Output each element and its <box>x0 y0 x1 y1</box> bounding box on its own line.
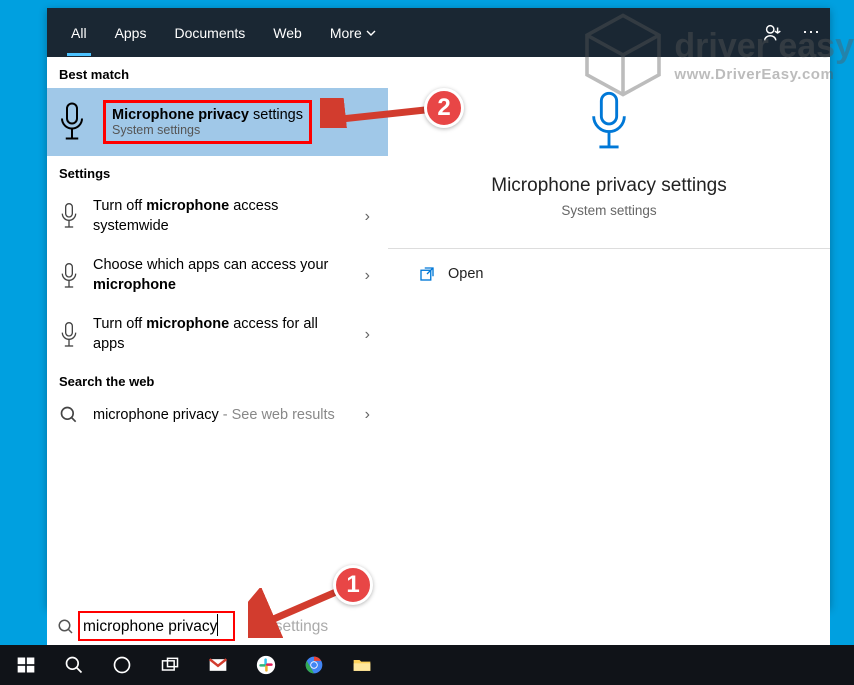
tab-more[interactable]: More <box>316 11 390 55</box>
taskbar-taskview[interactable] <box>146 645 194 685</box>
open-button[interactable]: Open <box>388 249 830 299</box>
taskbar-explorer[interactable] <box>338 645 386 685</box>
chevron-down-icon <box>366 28 376 38</box>
web-result-item[interactable]: microphone privacy - See web results › <box>47 395 388 435</box>
best-match-title: Microphone privacy settings <box>112 107 303 123</box>
setting-item-label: Turn off microphone access for all apps <box>93 315 376 354</box>
microphone-icon <box>57 101 87 144</box>
tab-documents[interactable]: Documents <box>160 11 259 55</box>
chevron-right-icon: › <box>365 406 370 424</box>
taskbar-search[interactable] <box>50 645 98 685</box>
section-search-web: Search the web <box>47 364 388 395</box>
feedback-icon[interactable] <box>762 22 784 44</box>
windows-icon <box>16 655 36 675</box>
preview-subtitle: System settings <box>561 203 656 218</box>
folder-icon <box>352 655 372 675</box>
taskbar-gmail[interactable] <box>194 645 242 685</box>
best-match-highlight: Microphone privacy settings System setti… <box>103 100 312 144</box>
section-best-match: Best match <box>47 57 388 88</box>
search-icon <box>59 405 79 425</box>
search-bar: microphone privacy settings <box>47 608 830 645</box>
start-button[interactable] <box>2 645 50 685</box>
taskbar-slack[interactable] <box>242 645 290 685</box>
tab-more-label: More <box>330 25 362 41</box>
chevron-right-icon: › <box>365 267 370 285</box>
microphone-icon <box>59 321 79 349</box>
section-settings: Settings <box>47 156 388 187</box>
microphone-icon <box>586 87 632 157</box>
chrome-icon <box>304 655 324 675</box>
best-match-subtitle: System settings <box>112 123 303 137</box>
open-icon <box>418 265 436 283</box>
taskview-icon <box>160 655 180 675</box>
annotation-arrow-1 <box>248 588 348 638</box>
tab-all[interactable]: All <box>57 11 101 55</box>
setting-item[interactable]: Choose which apps can access your microp… <box>47 246 388 305</box>
setting-item[interactable]: Turn off microphone access for all apps … <box>47 305 388 364</box>
chevron-right-icon: › <box>365 208 370 226</box>
results-preview-pane: Microphone privacy settings System setti… <box>388 57 830 608</box>
cortana-icon <box>112 655 132 675</box>
preview-title: Microphone privacy settings <box>491 175 727 197</box>
tab-bar: All Apps Documents Web More ⋯ <box>47 8 830 57</box>
search-input[interactable] <box>83 618 820 636</box>
microphone-icon <box>59 262 79 290</box>
slack-icon <box>256 655 276 675</box>
annotation-badge-1: 1 <box>333 565 373 605</box>
taskbar <box>0 645 854 685</box>
annotation-badge-2: 2 <box>424 88 464 128</box>
setting-item[interactable]: Turn off microphone access systemwide › <box>47 187 388 246</box>
search-icon <box>64 655 84 675</box>
microphone-icon <box>59 202 79 230</box>
search-icon <box>57 618 75 636</box>
results-left-column: Best match Microphone privacy settings S… <box>47 57 388 608</box>
taskbar-cortana[interactable] <box>98 645 146 685</box>
chevron-right-icon: › <box>365 326 370 344</box>
annotation-arrow-2 <box>320 98 430 128</box>
setting-item-label: Choose which apps can access your microp… <box>93 256 376 295</box>
more-options-icon[interactable]: ⋯ <box>802 22 820 43</box>
text-caret <box>217 614 218 636</box>
tab-apps[interactable]: Apps <box>101 11 161 55</box>
open-label: Open <box>448 266 483 282</box>
tab-web[interactable]: Web <box>259 11 316 55</box>
setting-item-label: Turn off microphone access systemwide <box>93 197 376 236</box>
web-result-label: microphone privacy - See web results <box>93 406 376 426</box>
gmail-icon <box>208 655 228 675</box>
taskbar-chrome[interactable] <box>290 645 338 685</box>
